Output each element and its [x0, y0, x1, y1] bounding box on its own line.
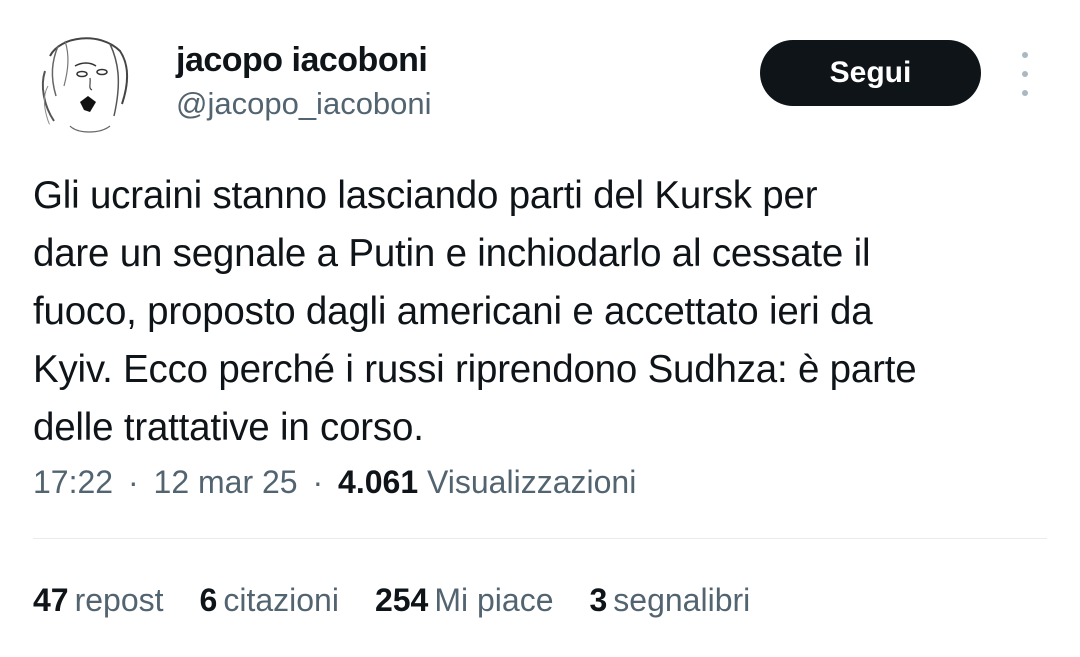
bookmarks-stat[interactable]: 3 segnalibri	[589, 582, 750, 619]
views-count: 4.061	[338, 464, 419, 500]
tweet-text-line: fuoco, proposto dagli americani e accett…	[33, 290, 873, 333]
bookmarks-label: segnalibri	[613, 582, 751, 618]
quotes-count: 6	[199, 582, 218, 618]
meta-separator: ·	[127, 464, 139, 500]
reposts-label: repost	[74, 582, 164, 618]
reposts-stat[interactable]: 47 repost	[33, 582, 164, 619]
tweet-text: Gli ucraini stanno lasciando parti del K…	[33, 167, 1063, 457]
views-label: Visualizzazioni	[427, 464, 637, 500]
tweet-text-line: Kyiv. Ecco perché i russi riprendono Sud…	[33, 348, 917, 391]
divider	[33, 538, 1047, 539]
avatar[interactable]	[30, 26, 142, 138]
author-display-name[interactable]: jacopo iacoboni	[176, 41, 428, 80]
tweet-text-line: dare un segnale a Putin e inchiodarlo al…	[33, 232, 871, 275]
bookmarks-count: 3	[589, 582, 608, 618]
likes-count: 254	[374, 582, 429, 618]
avatar-sketch-image	[30, 26, 142, 138]
quotes-stat[interactable]: 6 citazioni	[200, 582, 339, 619]
likes-label: Mi piace	[434, 582, 554, 618]
tweet-text-line: Gli ucraini stanno lasciando parti del K…	[33, 174, 818, 217]
quotes-label: citazioni	[223, 582, 339, 618]
tweet-date[interactable]: 12 mar 25	[154, 464, 298, 500]
author-handle[interactable]: @jacopo_iacoboni	[176, 86, 432, 122]
meta-separator: ·	[312, 464, 324, 500]
engagement-stats: 47 repost 6 citazioni 254 Mi piace 3 segnali…	[33, 582, 786, 619]
tweet-time[interactable]: 17:22	[33, 464, 113, 500]
tweet-text-line: delle trattative in corso.	[33, 406, 424, 449]
more-vertical-icon	[1022, 52, 1028, 58]
follow-button[interactable]: Segui	[760, 40, 981, 106]
reposts-count: 47	[33, 582, 69, 618]
likes-stat[interactable]: 254 Mi piace	[375, 582, 554, 619]
more-vertical-icon-dot	[1022, 71, 1028, 77]
more-vertical-icon-dot	[1022, 90, 1028, 96]
more-options-button[interactable]	[1010, 52, 1040, 96]
tweet-meta: 17:22 · 12 mar 25 · 4.061 Visualizzazion…	[33, 464, 636, 501]
